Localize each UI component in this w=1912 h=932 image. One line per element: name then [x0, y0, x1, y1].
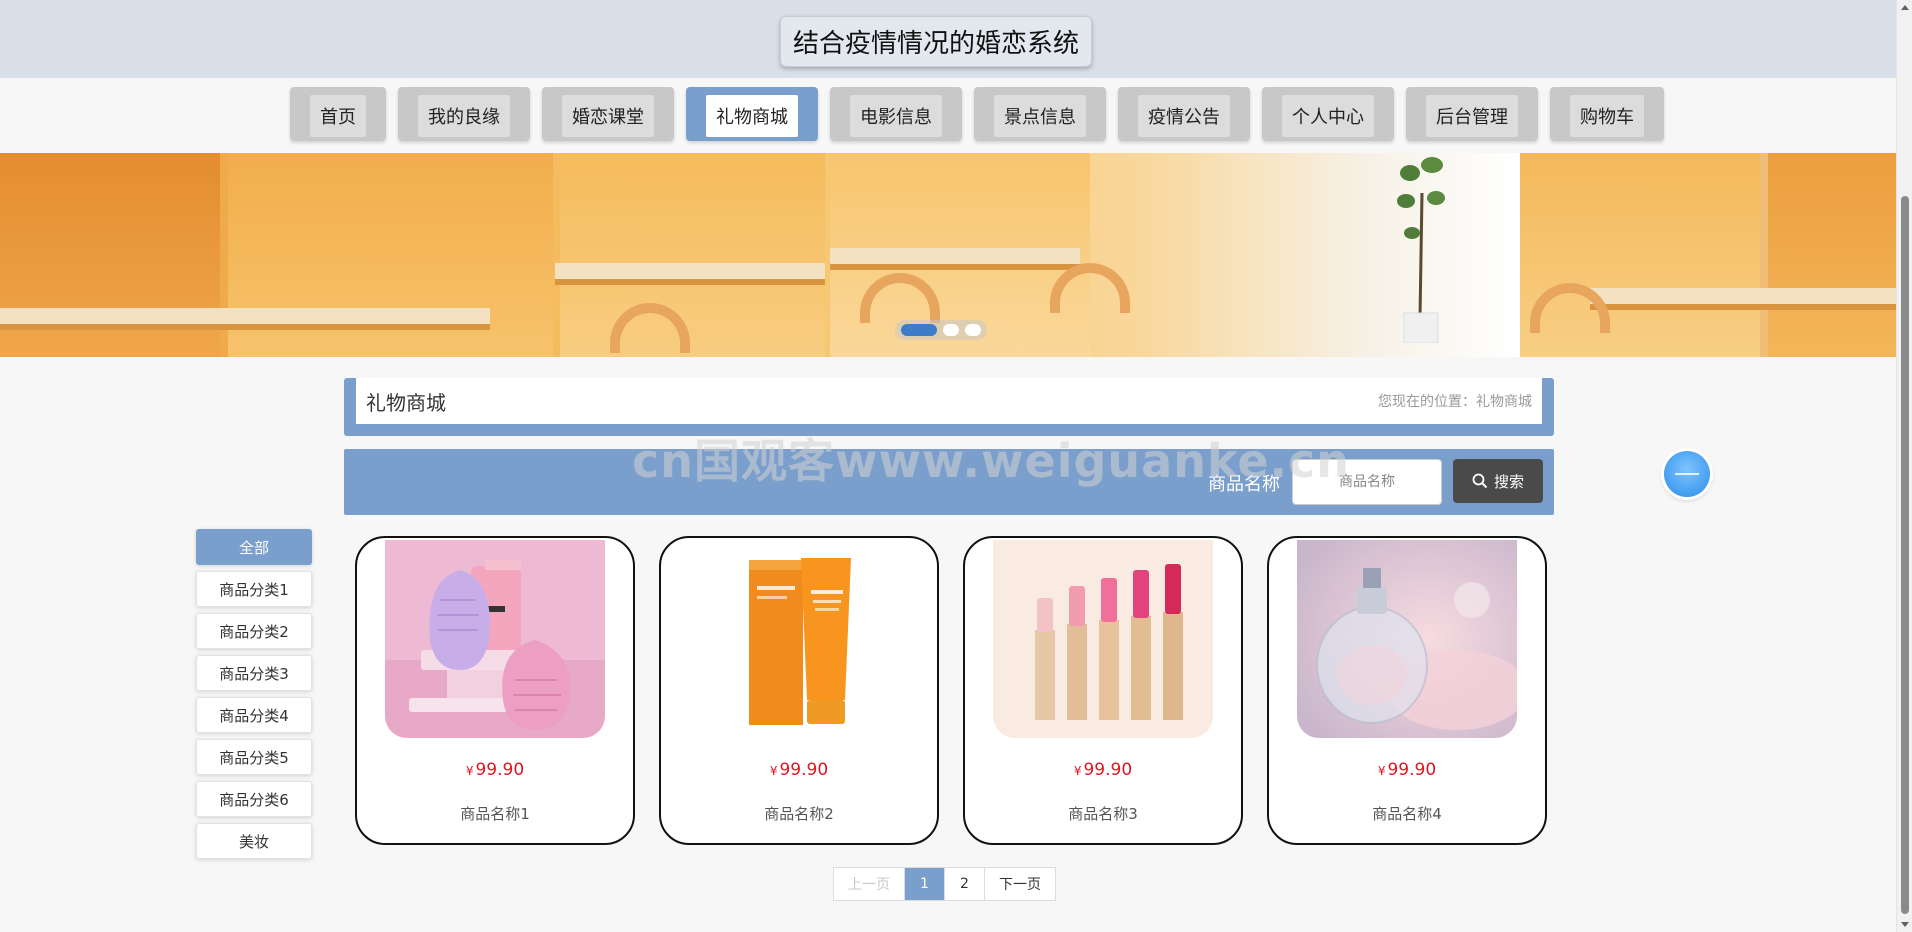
- nav-item-label: 我的良缘: [418, 95, 510, 137]
- price-value: 99.90: [779, 760, 829, 780]
- nav-item-label: 电影信息: [850, 95, 942, 137]
- search-label: 商品名称: [1208, 474, 1280, 495]
- carousel-dot-3[interactable]: [965, 324, 981, 336]
- sunscreen-image: [689, 540, 909, 738]
- product-name: 商品名称3: [1068, 805, 1138, 823]
- nav-item-label: 后台管理: [1426, 95, 1518, 137]
- prev-page-button[interactable]: 上一页: [834, 868, 905, 900]
- currency-symbol: ¥: [1073, 764, 1082, 778]
- scroll-down-arrow-icon[interactable]: [1901, 922, 1909, 927]
- product-grid: ¥99.90 商品名称1 ¥99.90 商品名称2 ¥ 99.90 商品名称3 …: [355, 536, 1547, 845]
- product-price: ¥99.90: [1269, 760, 1545, 780]
- lipstick-image: [993, 540, 1213, 738]
- page-title: 礼物商城: [366, 390, 446, 415]
- category-item[interactable]: 商品分类5: [196, 739, 312, 775]
- product-price: ¥99.90: [965, 760, 1241, 780]
- page-button-2[interactable]: 2: [945, 868, 985, 900]
- product-name: 商品名称2: [764, 805, 834, 823]
- nav-item-movies[interactable]: 电影信息: [830, 87, 962, 141]
- pagination: 上一页 1 2 下一页: [833, 867, 1056, 901]
- price-value: 99.90: [1083, 760, 1133, 780]
- nav-item-cart[interactable]: 购物车: [1550, 87, 1664, 141]
- plant-image: [1397, 157, 1445, 343]
- nav-item-label: 疫情公告: [1138, 95, 1230, 137]
- price-value: 99.90: [1387, 760, 1437, 780]
- carousel-dot-2[interactable]: [943, 324, 959, 336]
- search-button-label: 搜索: [1493, 472, 1524, 491]
- scroll-up-arrow-icon[interactable]: [1901, 5, 1909, 10]
- product-card[interactable]: ¥99.90 商品名称3: [963, 536, 1243, 845]
- product-price: ¥99.90: [661, 760, 937, 780]
- next-page-button[interactable]: 下一页: [985, 868, 1055, 900]
- nav-item-label: 婚恋课堂: [562, 95, 654, 137]
- scrollbar[interactable]: [1896, 0, 1912, 932]
- nav-item-personal-center[interactable]: 个人中心: [1262, 87, 1394, 141]
- category-item[interactable]: 商品分类4: [196, 697, 312, 733]
- product-card[interactable]: ¥99.90 商品名称2: [659, 536, 939, 845]
- banner-desk: [555, 263, 825, 279]
- currency-symbol: ¥: [465, 764, 474, 778]
- page-button-1[interactable]: 1: [905, 868, 945, 900]
- product-name: 商品名称4: [1372, 805, 1442, 823]
- category-item[interactable]: 商品分类3: [196, 655, 312, 691]
- category-all[interactable]: 全部: [196, 529, 312, 565]
- nav-item-epidemic-notice[interactable]: 疫情公告: [1118, 87, 1250, 141]
- nav-item-admin[interactable]: 后台管理: [1406, 87, 1538, 141]
- product-price: ¥99.90: [357, 760, 633, 780]
- banner-desk: [0, 308, 490, 324]
- product-card[interactable]: ¥99.90 商品名称1: [355, 536, 635, 845]
- category-item[interactable]: 商品分类6: [196, 781, 312, 817]
- carousel-dot-1[interactable]: [901, 324, 937, 336]
- category-sidebar: 全部 商品分类1 商品分类2 商品分类3 商品分类4 商品分类5 商品分类6 美…: [196, 529, 312, 859]
- search-input[interactable]: [1292, 459, 1442, 505]
- banner-desk: [830, 248, 1080, 264]
- top-header: 结合疫情情况的婚恋系统: [0, 0, 1896, 78]
- price-value: 99.90: [475, 760, 525, 780]
- category-item[interactable]: 商品分类2: [196, 613, 312, 649]
- nav-list: 首页 我的良缘 婚恋课堂 礼物商城 电影信息 景点信息 疫情公告 个人中心 后台…: [290, 87, 1664, 143]
- banner-wall: [0, 153, 220, 357]
- nav-item-my-match[interactable]: 我的良缘: [398, 87, 530, 141]
- beauty-device-image: [385, 540, 605, 738]
- nav-item-label: 景点信息: [994, 95, 1086, 137]
- nav-item-label: 购物车: [1570, 95, 1644, 137]
- product-card[interactable]: ¥99.90 商品名称4: [1267, 536, 1547, 845]
- nav-item-label: 礼物商城: [706, 95, 798, 137]
- nav-item-home[interactable]: 首页: [290, 87, 386, 141]
- nav-item-label: 首页: [310, 95, 366, 137]
- nav-item-attractions[interactable]: 景点信息: [974, 87, 1106, 141]
- search-bar: 商品名称 搜索: [344, 449, 1554, 515]
- category-item[interactable]: 商品分类1: [196, 571, 312, 607]
- search-icon: [1472, 473, 1488, 489]
- banner-desk: [1590, 288, 1896, 304]
- banner-wall: [1768, 153, 1896, 357]
- main-nav: 首页 我的良缘 婚恋课堂 礼物商城 电影信息 景点信息 疫情公告 个人中心 后台…: [0, 78, 1896, 153]
- current-location: 您现在的位置：礼物商城: [1378, 394, 1532, 410]
- currency-symbol: ¥: [769, 764, 778, 778]
- banner-carousel[interactable]: [0, 153, 1896, 357]
- currency-symbol: ¥: [1377, 764, 1386, 778]
- search-button[interactable]: 搜索: [1453, 459, 1543, 503]
- floating-assistant-button[interactable]: [1664, 451, 1710, 497]
- carousel-indicators: [895, 320, 987, 340]
- product-name: 商品名称1: [460, 805, 530, 823]
- site-title: 结合疫情情况的婚恋系统: [780, 16, 1093, 67]
- breadcrumb-inner: 礼物商城 您现在的位置：礼物商城: [356, 378, 1542, 424]
- nav-item-label: 个人中心: [1282, 95, 1374, 137]
- perfume-image: [1297, 540, 1517, 738]
- nav-item-dating-class[interactable]: 婚恋课堂: [542, 87, 674, 141]
- category-beauty[interactable]: 美妆: [196, 823, 312, 859]
- scrollbar-thumb[interactable]: [1901, 196, 1909, 914]
- banner-wall: [228, 153, 553, 357]
- nav-item-gift-mall[interactable]: 礼物商城: [686, 87, 818, 141]
- breadcrumb: 礼物商城 您现在的位置：礼物商城: [344, 378, 1554, 436]
- banner-wall: [560, 153, 825, 357]
